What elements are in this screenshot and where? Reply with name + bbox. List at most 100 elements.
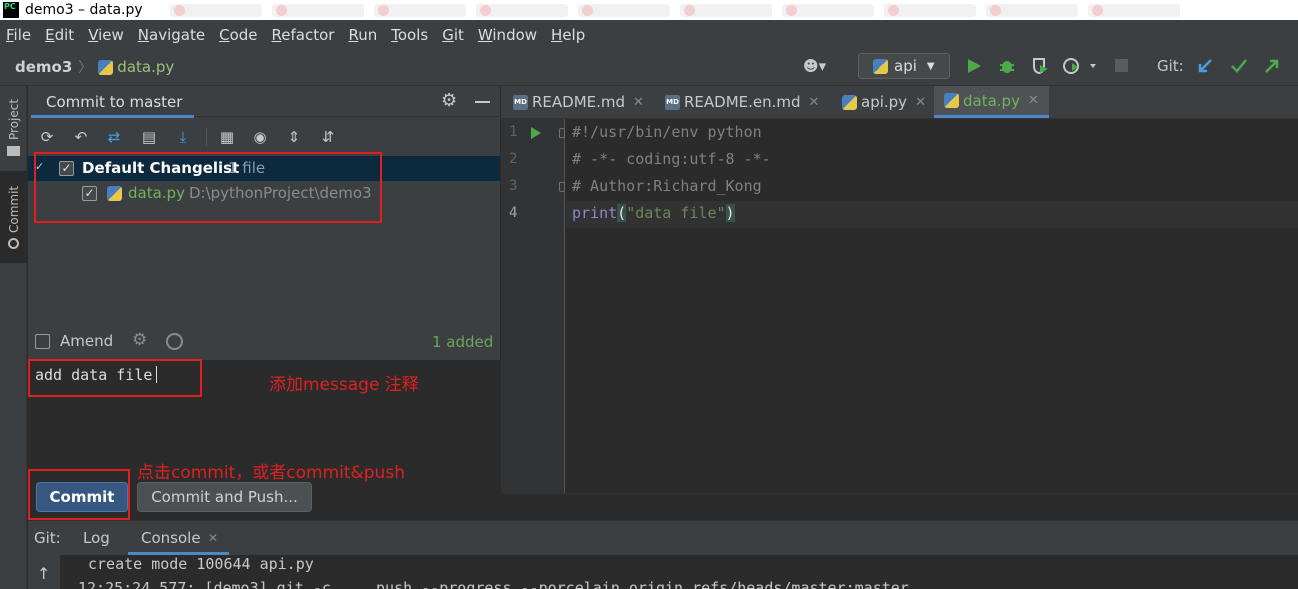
line-number: 2 xyxy=(509,151,518,167)
menu-git[interactable]: Git xyxy=(442,26,464,44)
code-line-3: # Author:Richard_Kong xyxy=(572,177,762,195)
markdown-file-icon: MD xyxy=(665,94,680,110)
history-clock-icon[interactable] xyxy=(166,333,183,350)
changelist-icon[interactable]: ▤ xyxy=(140,128,158,146)
shelve-icon[interactable]: ⤓ xyxy=(174,128,192,146)
annotation-box-message xyxy=(28,359,202,397)
menu-tools[interactable]: Tools xyxy=(391,26,428,44)
git-tool-window-tabs: Git: Log Console ✕ xyxy=(28,520,1298,555)
menu-help[interactable]: Help xyxy=(551,26,585,44)
breadcrumb-separator: 〉 xyxy=(78,60,93,76)
blurred-browser-tabs xyxy=(170,4,1290,17)
tab-console[interactable]: Console ✕ xyxy=(128,521,229,555)
fold-marker-icon[interactable] xyxy=(559,182,565,192)
left-tool-stripe: Project Commit xyxy=(0,86,27,589)
breadcrumb-file[interactable]: data.py xyxy=(117,58,174,76)
amend-row: Amend ⚙ 1 added xyxy=(28,327,500,357)
console-line: create mode 100644 api.py xyxy=(88,555,314,573)
tab-label: data.py xyxy=(963,91,1020,110)
editor-bottom-area xyxy=(501,493,1298,520)
tool-tab-project[interactable]: Project xyxy=(0,86,27,164)
close-icon[interactable]: ✕ xyxy=(633,95,644,110)
diff-icon[interactable]: ⇄ xyxy=(105,128,123,146)
run-config-select[interactable]: api ▼ xyxy=(858,53,950,79)
close-icon[interactable]: ✕ xyxy=(208,531,218,545)
tab-readme-en-md[interactable]: MD README.en.md ✕ xyxy=(665,86,819,118)
menu-navigate[interactable]: Navigate xyxy=(138,26,205,44)
fold-marker-icon[interactable] xyxy=(559,128,565,138)
editor-tab-bar: MD README.md ✕ MD README.en.md ✕ api.py ✕ dat… xyxy=(501,86,1298,119)
git-commit-icon[interactable] xyxy=(1230,57,1248,75)
run-config-label: api xyxy=(894,57,917,75)
menu-code[interactable]: Code xyxy=(219,26,257,44)
gear-icon[interactable]: ⚙ xyxy=(441,90,457,111)
pycharm-logo-icon: PC xyxy=(3,2,19,18)
commit-icon xyxy=(8,238,19,249)
menu-window[interactable]: Window xyxy=(478,26,537,44)
tab-data-py[interactable]: data.py ✕ xyxy=(934,86,1049,118)
tool-tab-project-label: Project xyxy=(7,98,21,140)
line-number: 4 xyxy=(509,205,518,221)
close-icon[interactable]: ✕ xyxy=(915,95,926,110)
console-line: 12:25:24.577: [demo3] git -c ... push --… xyxy=(78,579,909,589)
git-tool-label: Git: xyxy=(34,529,61,547)
menu-edit[interactable]: Edit xyxy=(45,26,74,44)
code-string: "data file" xyxy=(626,204,726,222)
coverage-icon[interactable] xyxy=(1031,57,1049,75)
line-number: 3 xyxy=(509,178,518,194)
git-push-icon[interactable] xyxy=(1263,57,1281,75)
close-icon[interactable]: ✕ xyxy=(1028,93,1039,108)
tab-console-label: Console xyxy=(141,529,201,547)
tab-label: api.py xyxy=(861,93,908,111)
code-paren: ( xyxy=(617,204,627,222)
tool-tab-commit[interactable]: Commit xyxy=(0,171,27,263)
commit-options-gear-icon[interactable]: ⚙ xyxy=(132,330,147,350)
menu-file[interactable]: File xyxy=(6,26,31,44)
active-tab-underline xyxy=(31,115,194,118)
amend-checkbox[interactable] xyxy=(35,334,50,349)
navigation-bar: demo3 〉 data.py xyxy=(0,49,1298,86)
debug-icon[interactable] xyxy=(998,57,1016,75)
collapse-all-icon[interactable]: ⇵ xyxy=(319,128,337,146)
stop-icon[interactable] xyxy=(1115,59,1128,72)
refresh-icon[interactable]: ⟳ xyxy=(38,128,56,146)
git-update-icon[interactable] xyxy=(1196,57,1214,75)
annotation-message-note: 添加message 注释 xyxy=(269,375,419,395)
tab-readme-md[interactable]: MD README.md ✕ xyxy=(513,86,644,118)
annotation-box-commit xyxy=(28,469,130,520)
eye-icon[interactable]: ◉ xyxy=(251,128,269,146)
minimize-icon[interactable] xyxy=(475,101,490,103)
breadcrumb-project[interactable]: demo3 xyxy=(15,58,72,76)
annotation-commit-note: 点击commit，或者commit&push xyxy=(137,463,405,483)
run-gutter-icon[interactable] xyxy=(530,126,542,140)
profile-icon[interactable] xyxy=(1062,57,1096,75)
code-paren: ) xyxy=(725,204,735,222)
git-console[interactable]: create mode 100644 api.py 12:25:24.577: … xyxy=(28,555,1298,589)
editor-gutter: 1 2 3 4 xyxy=(501,119,565,493)
code-print-keyword: print xyxy=(572,204,618,222)
run-icon[interactable] xyxy=(966,58,982,74)
close-icon[interactable]: ✕ xyxy=(809,95,820,110)
git-label: Git: xyxy=(1157,57,1184,75)
tab-log[interactable]: Log xyxy=(83,529,110,547)
commit-panel-header: Commit to master ⚙ xyxy=(28,86,500,118)
scroll-up-arrow-icon[interactable]: ↑ xyxy=(37,564,50,583)
commit-panel-title[interactable]: Commit to master xyxy=(46,93,182,111)
rollback-icon[interactable]: ↶ xyxy=(72,128,90,146)
menu-refactor[interactable]: Refactor xyxy=(272,26,335,44)
menu-view[interactable]: View xyxy=(88,26,124,44)
python-file-icon xyxy=(842,94,857,110)
code-line-1: #!/usr/bin/env python xyxy=(572,123,762,141)
group-by-icon[interactable]: ▦ xyxy=(218,128,236,146)
console-gutter: ↑ xyxy=(28,555,60,589)
menu-run[interactable]: Run xyxy=(348,26,377,44)
commit-and-push-button[interactable]: Commit and Push... xyxy=(137,482,312,512)
user-icon[interactable]: ☻▾ xyxy=(803,57,826,75)
tab-label: README.md xyxy=(532,93,626,111)
status-added: 1 added xyxy=(432,333,494,351)
tab-api-py[interactable]: api.py ✕ xyxy=(842,86,926,118)
toolbar-divider xyxy=(206,128,207,146)
expand-all-icon[interactable]: ⇕ xyxy=(285,128,303,146)
code-editor[interactable]: #!/usr/bin/env python # -*- coding:utf-8… xyxy=(566,119,1298,493)
folder-icon xyxy=(7,146,20,156)
